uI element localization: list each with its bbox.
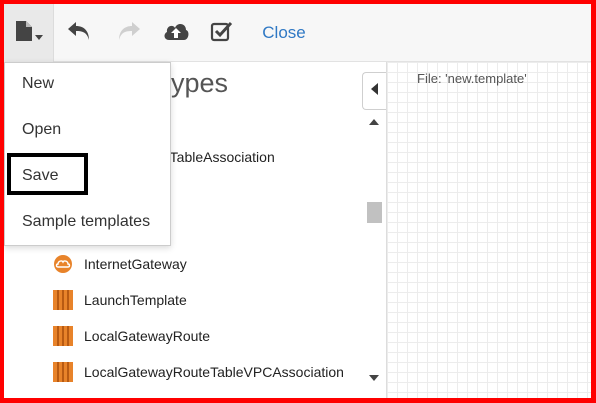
resource-item-localgatewayroute[interactable]: LocalGatewayRoute: [4, 321, 210, 351]
resource-item-label: teTableAssociation: [158, 149, 275, 165]
resource-item-label: LocalGatewayRouteTableVPCAssociation: [84, 364, 344, 380]
file-dropdown-menu: New Open Save Sample templates: [4, 62, 171, 246]
chevron-left-icon: [370, 82, 379, 100]
caret-down-icon: [34, 27, 43, 45]
redo-icon: [115, 20, 141, 47]
ec2-resource-icon: [52, 325, 74, 347]
upload-template-button[interactable]: [156, 4, 196, 62]
close-label: Close: [262, 23, 306, 42]
resource-item-internetgateway[interactable]: InternetGateway: [4, 249, 187, 279]
ec2-resource-icon: [52, 289, 74, 311]
validate-template-button[interactable]: [202, 4, 242, 62]
resource-list-scrollbar[interactable]: [362, 110, 386, 398]
internet-gateway-icon: [52, 253, 74, 275]
design-canvas[interactable]: File: 'new.template': [386, 62, 591, 398]
undo-icon: [67, 20, 93, 47]
ec2-resource-icon: [52, 361, 74, 383]
menu-item-new[interactable]: New: [5, 64, 170, 104]
file-name-label: File: 'new.template': [417, 71, 527, 86]
undo-button[interactable]: [60, 4, 100, 62]
validate-checkbox-icon: [210, 20, 234, 47]
menu-item-label: New: [22, 75, 55, 92]
cloud-upload-icon: [162, 20, 190, 47]
scrollbar-thumb[interactable]: [367, 202, 382, 223]
menu-item-open[interactable]: Open: [5, 110, 170, 150]
scroll-up-icon[interactable]: [367, 116, 381, 128]
menu-item-sample-templates[interactable]: Sample templates: [5, 202, 170, 242]
scroll-down-icon[interactable]: [367, 372, 381, 384]
collapse-panel-button[interactable]: [362, 72, 386, 110]
resource-item-localgatewayroutetablevpcassociation[interactable]: LocalGatewayRouteTableVPCAssociation: [4, 357, 344, 387]
redo-button[interactable]: [108, 4, 148, 62]
resource-item-label: InternetGateway: [84, 256, 187, 272]
menu-item-label: Open: [22, 121, 62, 138]
close-button[interactable]: Close: [254, 4, 314, 62]
menu-item-label: Sample templates: [22, 213, 151, 230]
file-menu-button[interactable]: [4, 4, 54, 62]
resource-item-launchtemplate[interactable]: LaunchTemplate: [4, 285, 187, 315]
file-icon: [15, 20, 33, 47]
resource-item-label: LaunchTemplate: [84, 292, 187, 308]
save-highlight-box: [7, 153, 88, 195]
resource-item-label: LocalGatewayRoute: [84, 328, 211, 344]
designer-toolbar: Close: [4, 4, 591, 62]
